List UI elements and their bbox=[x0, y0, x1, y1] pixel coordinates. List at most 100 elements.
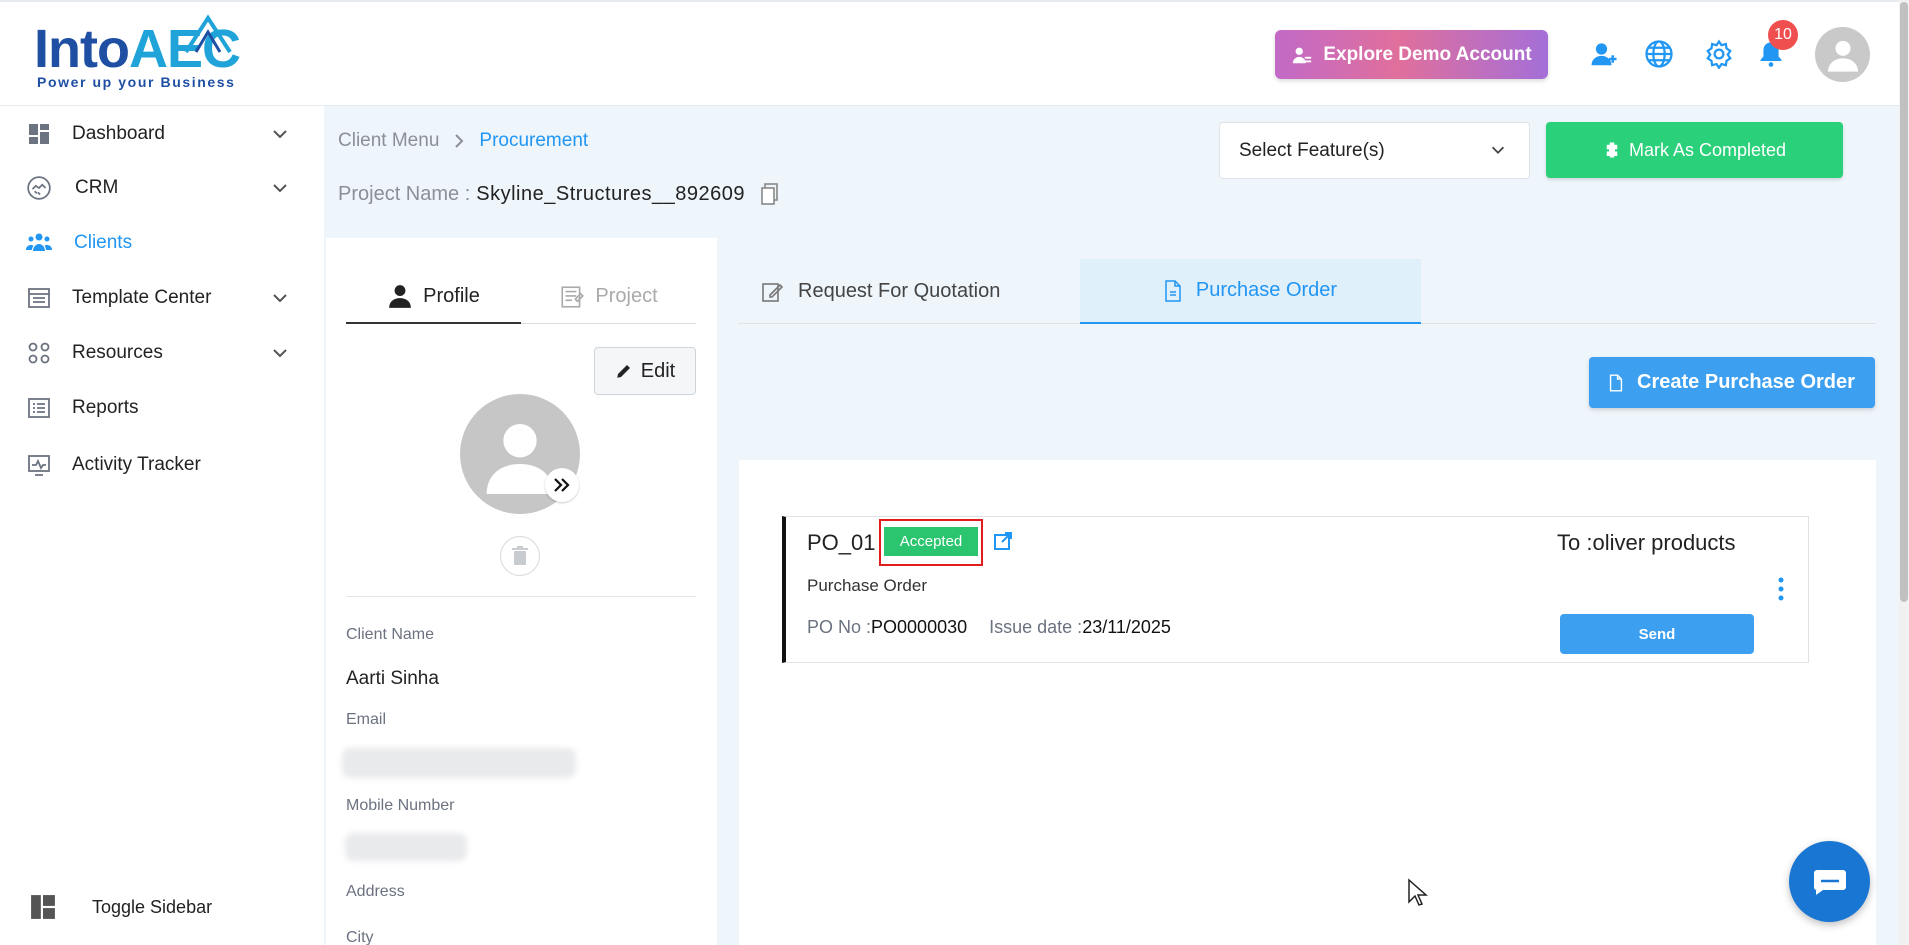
po-title: PO_01 bbox=[807, 530, 876, 555]
sidebar-item-label: Dashboard bbox=[72, 123, 165, 144]
kebab-menu-icon[interactable] bbox=[1776, 576, 1786, 602]
profile-divider bbox=[346, 596, 696, 597]
sidebar-item-label: Activity Tracker bbox=[72, 454, 201, 475]
avatar-icon bbox=[1827, 40, 1858, 72]
project-name-value: Skyline_Structures__892609 bbox=[476, 182, 745, 205]
email-value-redacted bbox=[342, 748, 576, 778]
client-name-label: Client Name bbox=[346, 626, 435, 643]
chevron-down-icon[interactable] bbox=[270, 178, 290, 198]
chevron-down-icon[interactable] bbox=[270, 124, 290, 144]
select-feature-label: Select Feature(s) bbox=[1239, 139, 1385, 161]
issue-date-label: Issue date : bbox=[989, 617, 1083, 637]
blueprint-icon bbox=[561, 285, 585, 308]
po-to-value: oliver products bbox=[1592, 530, 1736, 555]
edit-document-icon bbox=[762, 282, 784, 302]
mobile-label: Mobile Number bbox=[346, 797, 455, 814]
email-label: Email bbox=[346, 711, 387, 728]
explore-demo-button[interactable]: Explore Demo Account bbox=[1275, 30, 1548, 79]
delete-avatar-button[interactable] bbox=[500, 536, 540, 576]
gear-icon[interactable] bbox=[1703, 38, 1735, 70]
tab-label: Profile bbox=[423, 284, 480, 307]
tab-profile[interactable]: Profile bbox=[346, 270, 521, 324]
document-icon bbox=[1609, 374, 1623, 391]
sidebar-item-label: Reports bbox=[72, 397, 139, 418]
chevron-down-icon[interactable] bbox=[270, 288, 290, 308]
sidebar-item-label: Resources bbox=[72, 342, 163, 363]
create-purchase-order-button[interactable]: Create Purchase Order bbox=[1589, 357, 1875, 408]
edit-button[interactable]: Edit bbox=[594, 347, 696, 395]
sidebar-item-activity-tracker[interactable]: Activity Tracker bbox=[0, 438, 324, 492]
external-link-icon[interactable] bbox=[993, 531, 1013, 551]
resources-icon bbox=[26, 340, 52, 366]
tab-purchase-order[interactable]: Purchase Order bbox=[1080, 259, 1421, 324]
chevron-down-icon[interactable] bbox=[270, 343, 290, 363]
city-label: City bbox=[346, 929, 374, 945]
mark-complete-icon bbox=[1606, 142, 1618, 158]
reports-icon bbox=[26, 395, 52, 421]
logo-tagline: Power up your Business bbox=[37, 74, 236, 90]
po-no-value: PO0000030 bbox=[871, 617, 968, 637]
sidebar-item-label: CRM bbox=[75, 177, 119, 198]
address-label: Address bbox=[346, 883, 405, 900]
breadcrumb-current[interactable]: Procurement bbox=[479, 130, 588, 152]
pencil-icon bbox=[617, 365, 630, 378]
sidebar-item-reports[interactable]: Reports bbox=[0, 381, 324, 435]
sidebar-item-clients[interactable]: Clients bbox=[0, 216, 324, 270]
chat-bubble-icon bbox=[1813, 869, 1846, 895]
handshake-icon bbox=[26, 175, 52, 201]
breadcrumb-root[interactable]: Client Menu bbox=[338, 130, 439, 152]
mark-completed-label: Mark As Completed bbox=[1628, 139, 1787, 160]
po-to-label: To : bbox=[1557, 530, 1593, 555]
globe-icon[interactable] bbox=[1643, 38, 1675, 70]
mouse-cursor-icon bbox=[1408, 878, 1428, 906]
breadcrumb: Client Menu Procurement bbox=[338, 130, 588, 152]
scrollbar-thumb[interactable] bbox=[1900, 2, 1908, 602]
top-header: IntoAEC Power up your Business bbox=[0, 0, 1909, 106]
po-type: Purchase Order bbox=[807, 576, 927, 595]
chat-button[interactable] bbox=[1789, 841, 1870, 922]
sidebar-item-template-center[interactable]: Template Center bbox=[0, 271, 324, 325]
send-button[interactable]: Send bbox=[1560, 614, 1754, 654]
create-po-label: Create Purchase Order bbox=[1637, 371, 1855, 393]
sidebar-item-resources[interactable]: Resources bbox=[0, 326, 324, 380]
sidebar-item-label: Template Center bbox=[72, 287, 212, 308]
mobile-value-redacted bbox=[345, 833, 467, 861]
add-user-icon[interactable] bbox=[1588, 38, 1620, 70]
sidebar-item-label: Clients bbox=[74, 232, 133, 253]
demo-button-label: Explore Demo Account bbox=[1323, 43, 1532, 65]
project-name: Project Name : Skyline_Structures__89260… bbox=[338, 182, 781, 206]
mark-completed-button[interactable]: Mark As Completed bbox=[1546, 122, 1843, 178]
logo-text-into: Into bbox=[34, 19, 130, 79]
tab-request-for-quotation[interactable]: Request For Quotation bbox=[760, 259, 1080, 324]
document-icon bbox=[1165, 279, 1181, 302]
logo-triangle-icon bbox=[184, 14, 232, 54]
tab-project[interactable]: Project bbox=[521, 270, 696, 324]
project-name-label: Project Name : bbox=[338, 182, 471, 205]
toggle-sidebar-label: Toggle Sidebar bbox=[92, 896, 213, 917]
po-meta: PO No :PO0000030 Issue date :23/11/2025 bbox=[807, 617, 1171, 638]
clients-icon bbox=[26, 230, 52, 256]
person-icon bbox=[389, 285, 411, 308]
po-recipient: To :oliver products bbox=[1557, 530, 1736, 556]
demo-user-icon bbox=[1293, 47, 1312, 63]
template-icon bbox=[26, 285, 52, 311]
chevron-down-icon bbox=[1491, 146, 1505, 154]
select-feature-dropdown[interactable]: Select Feature(s) bbox=[1219, 122, 1530, 179]
dashboard-icon bbox=[26, 121, 52, 147]
sidebar-item-crm[interactable]: CRM bbox=[0, 161, 324, 215]
copy-icon[interactable] bbox=[759, 182, 781, 206]
tab-label: Request For Quotation bbox=[798, 280, 1001, 302]
trash-icon bbox=[512, 546, 528, 565]
sidebar-toggle-icon bbox=[30, 894, 56, 920]
user-avatar[interactable] bbox=[1815, 27, 1870, 82]
chevron-right-icon bbox=[455, 134, 464, 148]
client-name-value: Aarti Sinha bbox=[346, 668, 439, 689]
avatar-expand-button[interactable] bbox=[545, 468, 579, 502]
tab-label: Project bbox=[595, 285, 658, 307]
sidebar-item-dashboard[interactable]: Dashboard bbox=[0, 107, 324, 161]
app-logo[interactable]: IntoAEC Power up your Business bbox=[34, 14, 244, 92]
issue-date-value: 23/11/2025 bbox=[1082, 617, 1171, 637]
po-no-label: PO No : bbox=[807, 617, 872, 637]
edit-label: Edit bbox=[640, 359, 676, 382]
toggle-sidebar-button[interactable]: Toggle Sidebar bbox=[0, 880, 324, 934]
